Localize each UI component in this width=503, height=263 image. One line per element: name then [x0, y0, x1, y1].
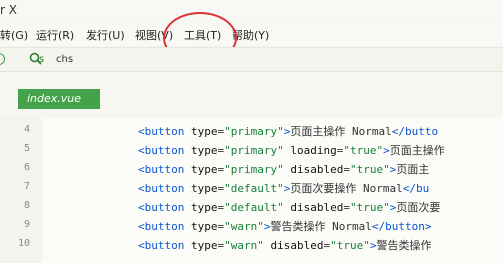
code-token: "true" [349, 201, 390, 214]
code-line[interactable]: 10 <button type="warn" disabled="true">警告… [0, 236, 503, 255]
code-token: disabled [283, 163, 344, 176]
line-number: 7 [23, 181, 30, 192]
code-editor[interactable]: 4 <button type="primary">页面主操作 Normal</bu… [0, 118, 503, 263]
circle-indicator-icon [0, 53, 5, 65]
menu-bar: 转(G) 运行(R) 发行(U) 视图(V) 工具(T) 帮助(Y) [0, 24, 503, 46]
code-token: type [184, 220, 218, 233]
code-text[interactable]: <button type="warn">警告类操作 Normal</button… [138, 218, 431, 234]
line-number: 5 [23, 143, 30, 154]
code-token: "true" [330, 239, 370, 252]
code-token: > [383, 144, 390, 157]
code-token: "default" [224, 201, 284, 214]
code-token: type [184, 163, 218, 176]
code-token: "warn" [224, 239, 264, 252]
code-token: 页面主操作 Normal [290, 125, 392, 138]
code-token: "primary" [224, 125, 284, 138]
code-token: </butto [391, 125, 439, 138]
code-token: <button [138, 144, 185, 157]
code-line[interactable]: 6 <button type="primary" disabled="true">… [0, 160, 503, 179]
code-line[interactable]: 5 <button type="primary" loading="true">页… [0, 141, 503, 160]
line-number: 9 [23, 219, 30, 230]
code-token: <button [138, 201, 185, 214]
code-token: "true" [349, 163, 390, 176]
code-token: loading [283, 144, 337, 157]
code-token: "primary" [224, 144, 284, 157]
menu-item-view[interactable]: 视图(V) [135, 27, 173, 43]
code-text[interactable]: <button type="warn" disabled="true">警告类操… [138, 237, 431, 253]
code-line[interactable]: 4 <button type="primary">页面主操作 Normal</bu… [0, 122, 503, 141]
menu-item-publish[interactable]: 发行(U) [86, 27, 125, 43]
code-token: "primary" [224, 163, 284, 176]
code-token: type [184, 201, 218, 214]
code-token: "warn" [224, 220, 264, 233]
tab-index-vue[interactable]: index.vue [18, 89, 100, 109]
code-token: <button [138, 163, 185, 176]
code-token: <button [138, 125, 185, 138]
title-bar: r X [0, 0, 503, 22]
search-kind-label: s [39, 54, 45, 65]
menu-item-tools[interactable]: 工具(T) [184, 27, 221, 43]
code-line[interactable]: 8 <button type="default" disabled="true">… [0, 198, 503, 217]
editor-tab-bar: index.vue [0, 73, 503, 117]
line-number: 10 [17, 238, 30, 249]
code-token: 页面主 [396, 163, 430, 176]
code-token: "true" [343, 144, 384, 157]
search-input[interactable]: chs [56, 54, 73, 65]
line-number: 8 [23, 200, 30, 211]
code-token: 页面次要 [396, 201, 441, 214]
code-token: "default" [224, 182, 284, 195]
line-number: 6 [23, 162, 30, 173]
menu-item-help[interactable]: 帮助(Y) [232, 27, 269, 43]
line-number: 4 [23, 124, 30, 135]
code-token: = [343, 201, 350, 214]
menu-item-goto[interactable]: 转(G) [0, 27, 28, 43]
code-text[interactable]: <button type="default">页面次要操作 Normal</bu [138, 180, 429, 196]
code-token: <button [138, 182, 185, 195]
code-text[interactable]: <button type="primary" loading="true">页面… [138, 142, 445, 158]
code-token: 页面次要操作 Normal [290, 182, 403, 195]
code-token: = [343, 163, 350, 176]
menu-item-run[interactable]: 运行(R) [36, 27, 74, 43]
toolbar: s chs [0, 47, 503, 72]
code-text[interactable]: <button type="default" disabled="true">页… [138, 199, 440, 215]
code-token: type [184, 239, 218, 252]
code-token: </bu [402, 182, 430, 195]
code-line[interactable]: 7 <button type="default">页面次要操作 Normal</b… [0, 179, 503, 198]
code-token: 页面主操作 [389, 144, 445, 157]
code-line[interactable]: 9 <button type="warn">警告类操作 Normal</butto… [0, 217, 503, 236]
code-token: type [184, 144, 218, 157]
code-token: <button [138, 220, 185, 233]
code-token: type [184, 182, 218, 195]
code-text[interactable]: <button type="primary" disabled="true">页… [138, 161, 429, 177]
code-token: type [184, 125, 218, 138]
code-token: </button> [371, 220, 432, 233]
code-text[interactable]: <button type="primary">页面主操作 Normal</but… [138, 123, 438, 139]
code-token: <button [138, 239, 185, 252]
code-token: 警告类操作 Normal [270, 220, 372, 233]
code-token: 警告类操作 [376, 239, 432, 252]
code-token: disabled [283, 201, 344, 214]
code-token: disabled [263, 239, 324, 252]
window-title: r X [0, 3, 17, 17]
